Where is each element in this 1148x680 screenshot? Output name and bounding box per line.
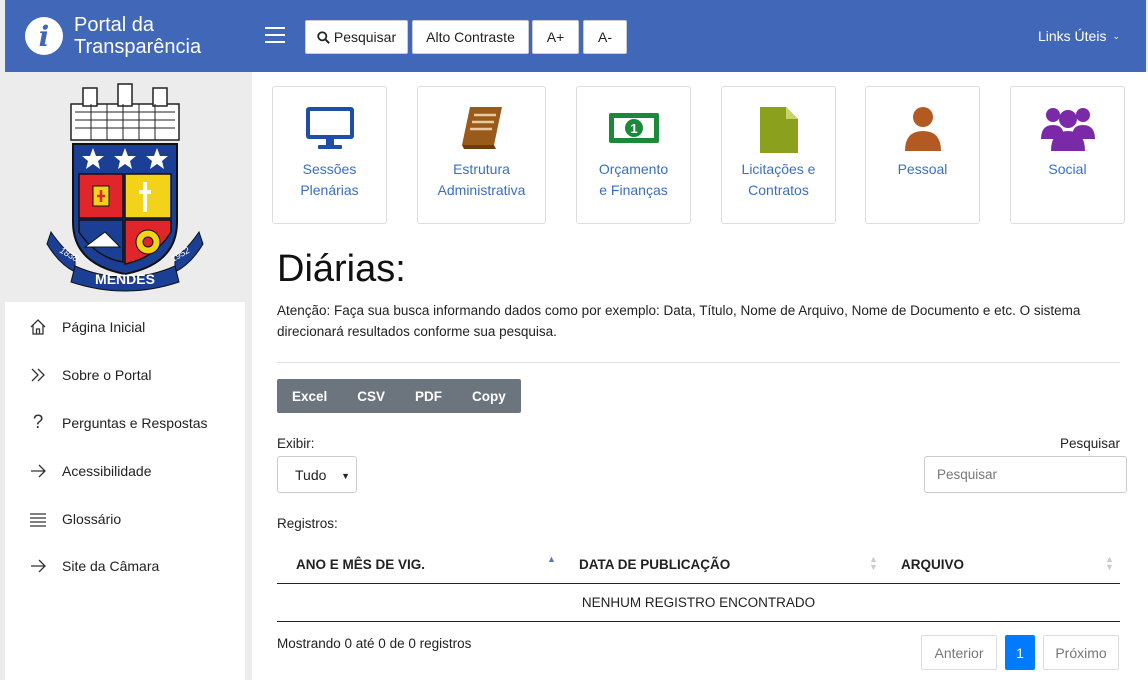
- column-header-data-publicacao[interactable]: DATA DE PUBLICAÇÃO: [579, 557, 730, 572]
- export-button-group: Excel CSV PDF Copy: [277, 379, 521, 413]
- export-csv-button[interactable]: CSV: [342, 379, 400, 413]
- divider: [277, 362, 1120, 363]
- info-icon: i: [25, 17, 63, 55]
- sort-both-icon[interactable]: ▲ ▼: [1105, 555, 1114, 572]
- double-chevron-right-icon: [27, 366, 49, 384]
- municipal-coat-of-arms[interactable]: MENDES 1838 1952: [5, 72, 245, 302]
- sidebar-nav: Página Inicial Sobre o Portal ? Pergunta…: [5, 302, 245, 680]
- high-contrast-button[interactable]: Alto Contraste: [412, 20, 529, 54]
- caret-down-icon: ▼: [341, 471, 350, 481]
- records-label: Registros:: [277, 516, 338, 531]
- page-title: Diárias:: [277, 248, 406, 290]
- font-decrease-button[interactable]: A-: [583, 20, 627, 54]
- main-content: Sessões Plenárias Estrutura Administrativa…: [252, 72, 1148, 680]
- records-table: ANO E MÊS DE VIG. ▲ DATA DE PUBLICAÇÃO ▲…: [277, 546, 1120, 622]
- home-icon: [27, 318, 49, 336]
- sidebar-item-about[interactable]: Sobre o Portal: [27, 363, 152, 387]
- attention-notice: Atenção: Faça sua busca informando dados…: [277, 303, 1081, 339]
- tile-orcamento-financas[interactable]: 1 Orçamento e Finanças: [576, 86, 691, 224]
- show-entries-select[interactable]: Tudo ▼: [277, 456, 357, 493]
- search-label: Pesquisar: [1059, 436, 1120, 451]
- sidebar-item-faq[interactable]: ? Perguntas e Respostas: [27, 411, 208, 435]
- table-row: NENHUM REGISTRO ENCONTRADO: [277, 584, 1120, 622]
- pagination-next-button[interactable]: Próximo: [1043, 635, 1119, 670]
- tile-licitacoes-contratos[interactable]: Licitações e Contratos: [721, 86, 836, 224]
- group-icon: [1011, 105, 1124, 155]
- tile-social[interactable]: Social: [1010, 86, 1125, 224]
- chevron-down-icon: ⌄: [1112, 31, 1120, 41]
- tile-sessoes-plenarias[interactable]: Sessões Plenárias: [272, 86, 387, 224]
- sort-asc-icon[interactable]: ▲: [547, 555, 556, 564]
- empty-table-message: NENHUM REGISTRO ENCONTRADO: [581, 595, 816, 610]
- pagination-page-1[interactable]: 1: [1005, 635, 1035, 670]
- tile-pessoal[interactable]: Pessoal: [865, 86, 980, 224]
- export-copy-button[interactable]: Copy: [457, 379, 521, 413]
- portal-brand[interactable]: i Portal da Transparência: [25, 14, 201, 58]
- column-header-ano-mes[interactable]: ANO E MÊS DE VIG.: [296, 557, 425, 572]
- export-excel-button[interactable]: Excel: [277, 379, 342, 413]
- person-icon: [866, 105, 979, 155]
- coat-of-arms-icon: MENDES 1838 1952: [46, 83, 204, 292]
- font-increase-button[interactable]: A+: [532, 20, 579, 54]
- search-icon: [317, 30, 330, 44]
- links-uteis-dropdown[interactable]: Links Úteis ⌄: [1038, 28, 1120, 44]
- monitor-icon: [273, 105, 386, 155]
- brand-title: Portal da Transparência: [74, 14, 202, 58]
- show-entries-label: Exibir:: [277, 436, 315, 451]
- column-header-arquivo[interactable]: ARQUIVO: [901, 557, 964, 572]
- svg-text:MENDES: MENDES: [95, 271, 155, 287]
- sidebar-item-home[interactable]: Página Inicial: [27, 315, 145, 339]
- hamburger-menu-icon[interactable]: [265, 27, 285, 43]
- question-icon: ?: [32, 412, 44, 433]
- sidebar-item-accessibility[interactable]: Acessibilidade: [27, 459, 152, 483]
- pagination-previous-button[interactable]: Anterior: [921, 635, 997, 670]
- book-icon: [418, 105, 545, 155]
- arrow-right-icon: [27, 462, 49, 480]
- list-icon: [27, 510, 49, 528]
- search-button[interactable]: Pesquisar: [305, 20, 408, 54]
- pagination: Anterior 1 Próximo: [921, 635, 1119, 670]
- sidebar-item-chamber-site[interactable]: Site da Câmara: [27, 554, 159, 578]
- export-pdf-button[interactable]: PDF: [400, 379, 457, 413]
- document-icon: [722, 105, 835, 155]
- sidebar-item-glossary[interactable]: Glossário: [27, 507, 121, 531]
- table-search-input[interactable]: [924, 456, 1127, 493]
- table-header: ANO E MÊS DE VIG. ▲ DATA DE PUBLICAÇÃO ▲…: [277, 546, 1120, 584]
- tile-estrutura-administrativa[interactable]: Estrutura Administrativa: [417, 86, 546, 224]
- money-icon: 1: [577, 105, 690, 155]
- svg-text:1: 1: [630, 121, 637, 136]
- top-header: i Portal da Transparência Pesquisar Alto…: [5, 0, 1146, 72]
- arrow-right-icon: [27, 557, 49, 575]
- sort-both-icon[interactable]: ▲ ▼: [869, 555, 878, 572]
- table-info: Mostrando 0 até 0 de 0 registros: [277, 636, 472, 651]
